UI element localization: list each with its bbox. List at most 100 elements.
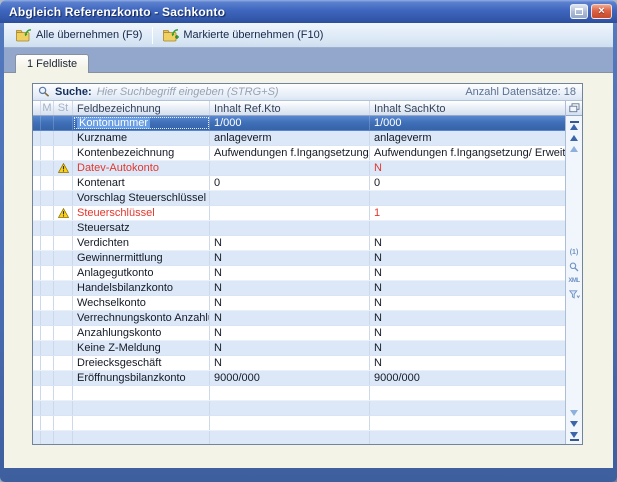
table-row[interactable]: Kontenbezeichnung Aufwendungen f.Ingangs… xyxy=(33,146,565,161)
cell-st xyxy=(54,191,73,205)
table-row[interactable]: Eröffnungsbilanzkonto 9000/000 9000/000 xyxy=(33,371,565,386)
row-indicator xyxy=(33,326,41,340)
cell-feldbezeichnung: Handelsbilanzkonto xyxy=(73,281,210,295)
comparison-grid: Suche: Anzahl Datensätze: 18 M St Feldbe… xyxy=(32,83,583,445)
lookup-icon[interactable] xyxy=(569,262,579,272)
row-indicator xyxy=(33,161,41,175)
table-row[interactable]: Handelsbilanzkonto N N xyxy=(33,281,565,296)
position-icon[interactable]: (1) xyxy=(570,249,579,257)
cell-feldbezeichnung xyxy=(73,431,210,444)
row-indicator xyxy=(33,236,41,250)
header-inhalt-refkto[interactable]: Inhalt Ref.Kto xyxy=(210,101,370,115)
cell-feldbezeichnung xyxy=(73,386,210,400)
table-row[interactable]: Steuersatz xyxy=(33,221,565,236)
scroll-bottom-icon[interactable] xyxy=(570,432,579,441)
cell-st xyxy=(54,401,73,415)
cell-inhalt-sachkto xyxy=(370,401,565,415)
cell-st xyxy=(54,251,73,265)
row-down-icon[interactable] xyxy=(570,410,578,416)
table-row[interactable]: Anzahlungskonto N N xyxy=(33,326,565,341)
cell-inhalt-refkto: N xyxy=(210,311,370,325)
row-up-icon[interactable] xyxy=(570,146,578,152)
close-button[interactable]: × xyxy=(591,4,612,19)
header-feldbezeichnung[interactable]: Feldbezeichnung xyxy=(73,101,210,115)
row-indicator xyxy=(33,146,41,160)
table-row[interactable]: Verrechnungskonto Anzahlung N N xyxy=(33,311,565,326)
cell-st xyxy=(54,281,73,295)
column-chooser-cell xyxy=(566,101,582,116)
cell-inhalt-refkto: 9000/000 xyxy=(210,371,370,385)
table-row[interactable]: Kontenart 0 0 xyxy=(33,176,565,191)
xml-export-icon[interactable]: XML xyxy=(568,277,579,285)
cell-inhalt-sachkto: N xyxy=(370,341,565,355)
search-row: Suche: Anzahl Datensätze: 18 xyxy=(33,84,582,101)
empty-row[interactable] xyxy=(33,431,565,444)
cell-m xyxy=(41,146,54,160)
cell-inhalt-sachkto: N xyxy=(370,281,565,295)
cell-m xyxy=(41,326,54,340)
cell-feldbezeichnung: Gewinnermittlung xyxy=(73,251,210,265)
row-indicator xyxy=(33,191,41,205)
column-chooser-icon[interactable] xyxy=(569,103,580,113)
filter-icon[interactable] xyxy=(569,290,580,299)
empty-row[interactable] xyxy=(33,386,565,401)
row-indicator xyxy=(33,176,41,190)
cell-st xyxy=(54,416,73,430)
cell-m xyxy=(41,221,54,235)
toolbar-separator xyxy=(152,27,153,44)
empty-row[interactable] xyxy=(33,401,565,416)
table-row[interactable]: Datev-Autokonto N xyxy=(33,161,565,176)
cell-feldbezeichnung xyxy=(73,401,210,415)
cell-m xyxy=(41,356,54,370)
cell-inhalt-sachkto: N xyxy=(370,251,565,265)
scroll-down-icon[interactable] xyxy=(570,421,578,427)
cell-inhalt-refkto: 0 xyxy=(210,176,370,190)
table-row[interactable]: Kurzname anlageverm anlageverm xyxy=(33,131,565,146)
restore-icon xyxy=(575,8,583,15)
cell-m xyxy=(41,371,54,385)
row-indicator xyxy=(33,251,41,265)
row-indicator xyxy=(33,221,41,235)
apply-marked-button[interactable]: Markierte übernehmen (F10) xyxy=(158,27,328,44)
cell-st xyxy=(54,176,73,190)
cell-feldbezeichnung: Kontenart xyxy=(73,176,210,190)
header-inhalt-sachkto[interactable]: Inhalt SachKto xyxy=(370,101,565,115)
restore-button[interactable] xyxy=(570,4,588,19)
warning-icon xyxy=(58,208,69,218)
table-row[interactable]: Verdichten N N xyxy=(33,236,565,251)
search-input[interactable] xyxy=(97,86,461,98)
cell-inhalt-refkto: N xyxy=(210,326,370,340)
table-row[interactable]: Gewinnermittlung N N xyxy=(33,251,565,266)
apply-all-label: Alle übernehmen (F9) xyxy=(36,29,142,41)
scroll-up-icon[interactable] xyxy=(570,135,578,141)
cell-inhalt-sachkto: N xyxy=(370,296,565,310)
table-row[interactable]: Dreiecksgeschäft N N xyxy=(33,356,565,371)
cell-m xyxy=(41,161,54,175)
table-row[interactable]: Wechselkonto N N xyxy=(33,296,565,311)
cell-inhalt-refkto: N xyxy=(210,251,370,265)
cell-st xyxy=(54,356,73,370)
table-row[interactable]: Anlagegutkonto N N xyxy=(33,266,565,281)
empty-row[interactable] xyxy=(33,416,565,431)
cell-inhalt-refkto: N xyxy=(210,281,370,295)
row-indicator xyxy=(33,296,41,310)
cell-m xyxy=(41,206,54,220)
header-st[interactable]: St xyxy=(54,101,73,115)
cell-inhalt-sachkto: 1 xyxy=(370,206,565,220)
tab-feldliste[interactable]: 1 Feldliste xyxy=(15,54,89,73)
scroll-top-icon[interactable] xyxy=(570,121,579,130)
apply-all-button[interactable]: Alle übernehmen (F9) xyxy=(11,27,147,44)
title-bar[interactable]: Abgleich Referenzkonto - Sachkonto × xyxy=(0,0,617,23)
cell-inhalt-refkto: Aufwendungen f.Ingangsetzung/ Erweit.d.G… xyxy=(210,146,370,160)
cell-inhalt-refkto xyxy=(210,401,370,415)
table-row[interactable]: Vorschlag Steuerschlüssel xyxy=(33,191,565,206)
header-m[interactable]: M xyxy=(41,101,54,115)
table-row[interactable]: Keine Z-Meldung N N xyxy=(33,341,565,356)
warning-icon xyxy=(58,163,69,173)
table-row[interactable]: Steuerschlüssel 1 xyxy=(33,206,565,221)
table-row[interactable]: Kontonummer 1/000 1/000 xyxy=(33,116,565,131)
row-indicator xyxy=(33,401,41,415)
tab-page: Suche: Anzahl Datensätze: 18 M St Feldbe… xyxy=(4,72,613,468)
cell-inhalt-refkto xyxy=(210,161,370,175)
row-indicator xyxy=(33,206,41,220)
